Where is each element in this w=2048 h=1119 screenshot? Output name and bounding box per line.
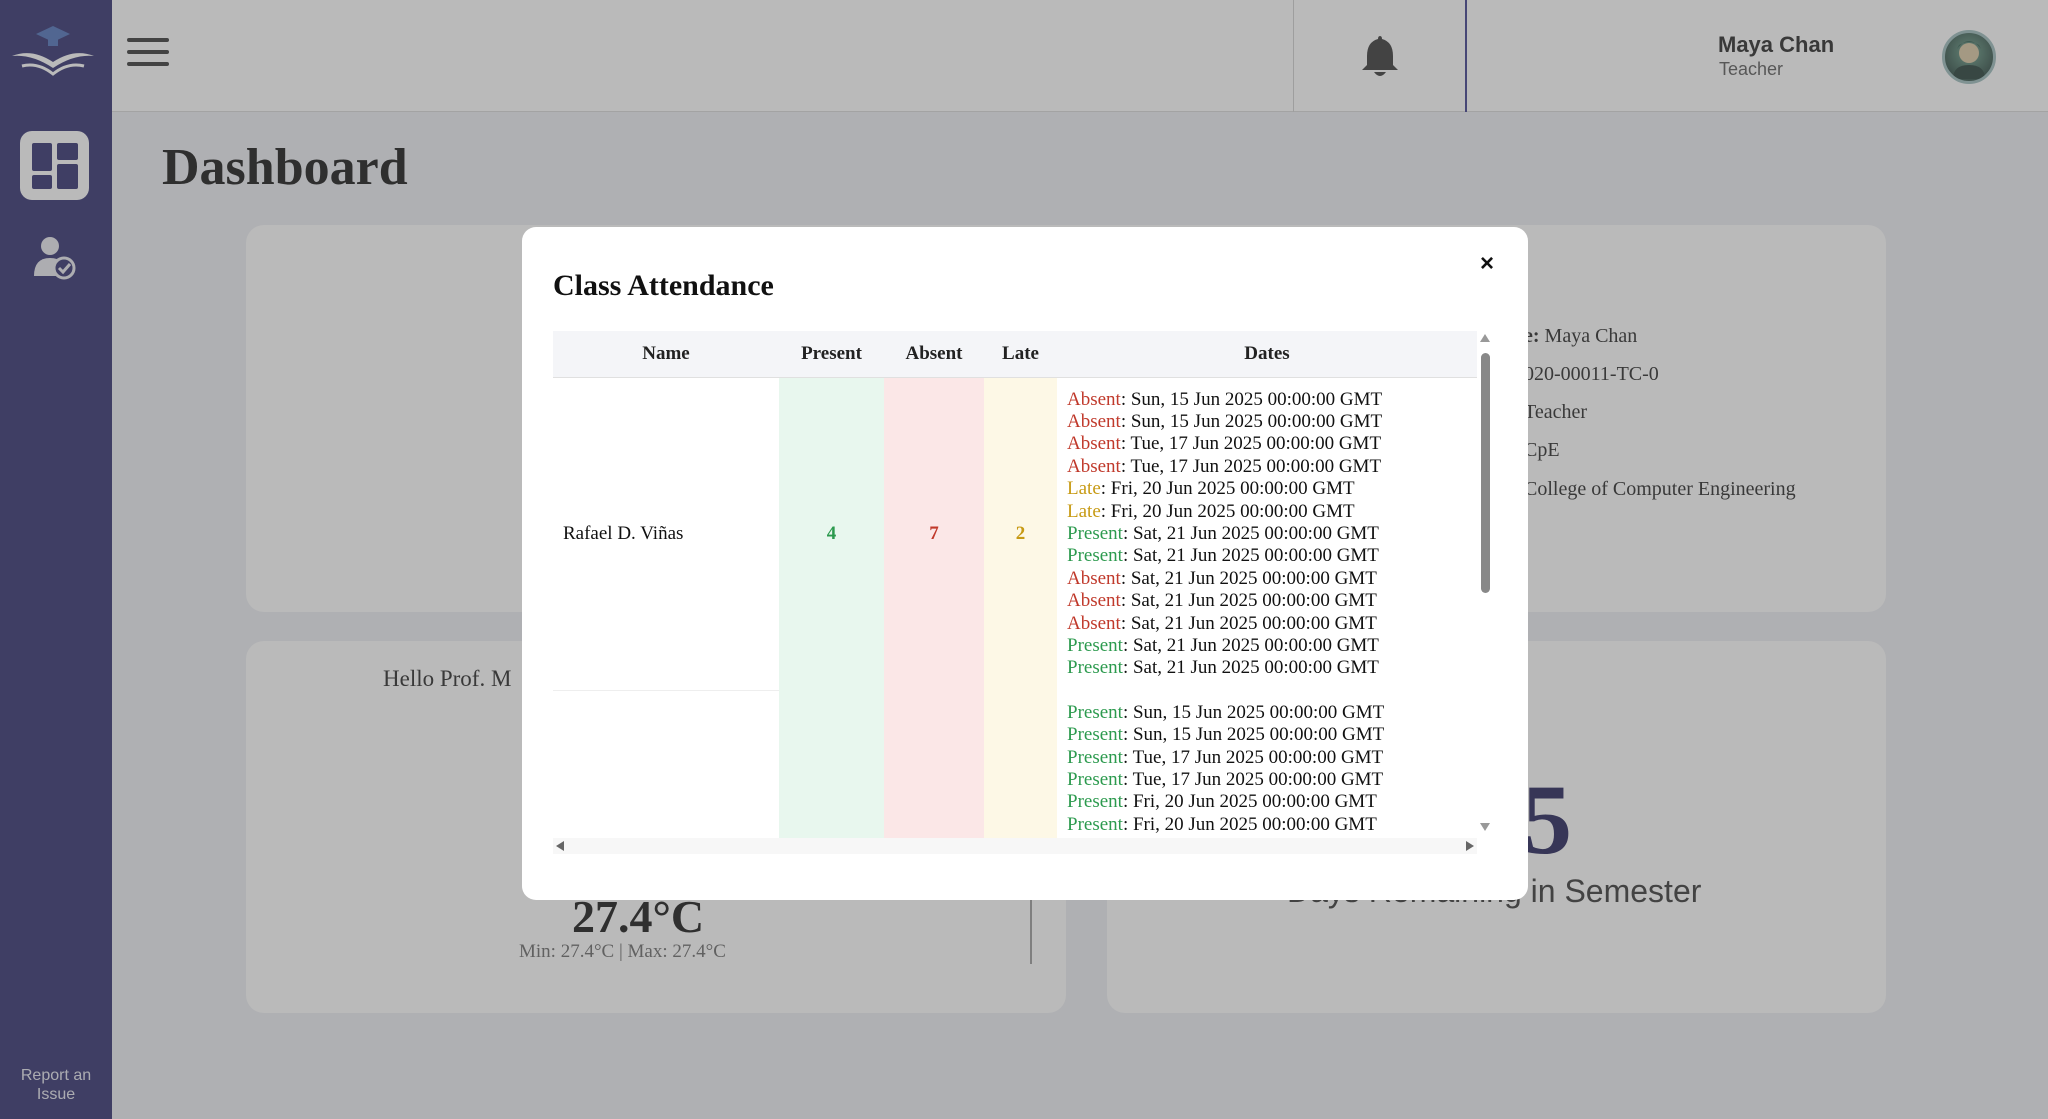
- close-icon[interactable]: ×: [1480, 250, 1494, 278]
- scrollbar-thumb[interactable]: [1481, 353, 1490, 593]
- attendance-status: Present: [1067, 545, 1123, 567]
- student-name: [553, 690, 779, 838]
- attendance-status: Absent: [1067, 433, 1121, 455]
- attendance-date: : Sat, 21 Jun 2025 00:00:00 GMT: [1120, 612, 1377, 634]
- date-entry: Present: Fri, 20 Jun 2025 00:00:00 GMT: [1067, 814, 1477, 836]
- date-entry: Present: Sat, 21 Jun 2025 00:00:00 GMT: [1067, 635, 1477, 657]
- attendance-status: Absent: [1067, 567, 1121, 589]
- attendance-date: : Fri, 20 Jun 2025 00:00:00 GMT: [1122, 791, 1377, 813]
- attendance-date: : Fri, 20 Jun 2025 00:00:00 GMT: [1100, 478, 1355, 500]
- attendance-date: : Fri, 20 Jun 2025 00:00:00 GMT: [1122, 813, 1377, 835]
- attendance-date: : Tue, 17 Jun 2025 00:00:00 GMT: [1120, 433, 1382, 455]
- date-entry: Absent: Sun, 15 Jun 2025 00:00:00 GMT: [1067, 411, 1477, 433]
- attendance-date: : Tue, 17 Jun 2025 00:00:00 GMT: [1122, 769, 1384, 790]
- table-row: Rafael D. Viñas 4 7 2 Absent: Sun, 15 Jun 20…: [553, 377, 1477, 692]
- present-count: [779, 690, 884, 838]
- date-entry: Present: Tue, 17 Jun 2025 00:00:00 GMT: [1067, 747, 1477, 769]
- table-header-row: Name Present Absent Late Dates: [553, 331, 1477, 378]
- date-entry: Late: Fri, 20 Jun 2025 00:00:00 GMT: [1067, 478, 1477, 500]
- date-entry: Present: Tue, 17 Jun 2025 00:00:00 GMT: [1067, 769, 1477, 791]
- column-header-absent[interactable]: Absent: [884, 331, 984, 378]
- class-attendance-modal: × Class Attendance Name Present Absent L…: [522, 227, 1528, 900]
- date-entry: Present: Sat, 21 Jun 2025 00:00:00 GMT: [1067, 545, 1477, 567]
- late-count: [984, 690, 1057, 838]
- date-entry: Late: Fri, 20 Jun 2025 00:00:00 GMT: [1067, 501, 1477, 523]
- attendance-date: : Sat, 21 Jun 2025 00:00:00 GMT: [1120, 590, 1377, 612]
- attendance-date: : Sat, 21 Jun 2025 00:00:00 GMT: [1122, 634, 1379, 656]
- date-entry: Absent: Sat, 21 Jun 2025 00:00:00 GMT: [1067, 590, 1477, 612]
- attendance-status: Late: [1067, 478, 1101, 500]
- date-entry: Absent: Sun, 15 Jun 2025 00:00:00 GMT: [1067, 389, 1477, 411]
- attendance-status: Absent: [1067, 455, 1121, 477]
- attendance-date: : Tue, 17 Jun 2025 00:00:00 GMT: [1122, 746, 1384, 768]
- attendance-status: Absent: [1067, 388, 1121, 410]
- attendance-status: Absent: [1067, 410, 1121, 432]
- attendance-date: : Tue, 17 Jun 2025 00:00:00 GMT: [1120, 455, 1382, 477]
- vertical-scrollbar[interactable]: [1477, 331, 1493, 837]
- horizontal-scrollbar[interactable]: [553, 838, 1477, 854]
- attendance-status: Present: [1067, 701, 1123, 723]
- table-row: Present: Sun, 15 Jun 2025 00:00:00 GMT Pr…: [553, 690, 1477, 838]
- attendance-table: Name Present Absent Late Dates Rafael D.…: [553, 331, 1477, 838]
- attendance-status: Present: [1067, 522, 1123, 544]
- absent-count: [884, 690, 984, 838]
- scroll-right-icon[interactable]: [1466, 841, 1474, 851]
- attendance-date: : Sat, 21 Jun 2025 00:00:00 GMT: [1122, 545, 1379, 567]
- attendance-status: Present: [1067, 657, 1123, 679]
- attendance-date: : Sat, 21 Jun 2025 00:00:00 GMT: [1122, 522, 1379, 544]
- attendance-status: Present: [1067, 769, 1123, 790]
- attendance-status: Present: [1067, 746, 1123, 768]
- scroll-left-icon[interactable]: [556, 841, 564, 851]
- attendance-date: : Sat, 21 Jun 2025 00:00:00 GMT: [1120, 567, 1377, 589]
- column-header-name[interactable]: Name: [553, 331, 779, 378]
- modal-title: Class Attendance: [553, 269, 774, 302]
- scroll-up-icon[interactable]: [1480, 334, 1490, 342]
- attendance-status: Present: [1067, 724, 1123, 746]
- column-header-dates[interactable]: Dates: [1057, 331, 1477, 378]
- date-entry: Absent: Tue, 17 Jun 2025 00:00:00 GMT: [1067, 456, 1477, 478]
- attendance-date: : Sun, 15 Jun 2025 00:00:00 GMT: [1120, 388, 1383, 410]
- attendance-date: : Sat, 21 Jun 2025 00:00:00 GMT: [1122, 657, 1379, 679]
- date-entry: Absent: Tue, 17 Jun 2025 00:00:00 GMT: [1067, 433, 1477, 455]
- attendance-status: Absent: [1067, 590, 1121, 612]
- attendance-status: Late: [1067, 500, 1101, 522]
- scroll-down-icon[interactable]: [1480, 823, 1490, 831]
- attendance-dates: Absent: Sun, 15 Jun 2025 00:00:00 GMT Abs…: [1057, 377, 1477, 691]
- student-name: Rafael D. Viñas: [553, 377, 779, 692]
- date-entry: Present: Fri, 20 Jun 2025 00:00:00 GMT: [1067, 791, 1477, 813]
- date-entry: Present: Sat, 21 Jun 2025 00:00:00 GMT: [1067, 657, 1477, 679]
- absent-count: 7: [884, 377, 984, 691]
- attendance-status: Present: [1067, 813, 1123, 835]
- attendance-date: : Sun, 15 Jun 2025 00:00:00 GMT: [1122, 701, 1385, 723]
- column-header-present[interactable]: Present: [779, 331, 884, 378]
- attendance-date: : Sun, 15 Jun 2025 00:00:00 GMT: [1122, 724, 1385, 746]
- attendance-table-viewport[interactable]: Name Present Absent Late Dates Rafael D.…: [553, 331, 1477, 838]
- attendance-date: : Fri, 20 Jun 2025 00:00:00 GMT: [1100, 500, 1355, 522]
- attendance-status: Absent: [1067, 612, 1121, 634]
- late-count: 2: [984, 377, 1057, 691]
- present-count: 4: [779, 377, 884, 691]
- date-entry: Present: Sun, 15 Jun 2025 00:00:00 GMT: [1067, 724, 1477, 746]
- attendance-status: Present: [1067, 791, 1123, 813]
- attendance-date: : Sun, 15 Jun 2025 00:00:00 GMT: [1120, 410, 1383, 432]
- date-entry: Present: Sat, 21 Jun 2025 00:00:00 GMT: [1067, 523, 1477, 545]
- attendance-status: Present: [1067, 634, 1123, 656]
- date-entry: Absent: Sat, 21 Jun 2025 00:00:00 GMT: [1067, 613, 1477, 635]
- date-entry: Absent: Sat, 21 Jun 2025 00:00:00 GMT: [1067, 568, 1477, 590]
- attendance-dates: Present: Sun, 15 Jun 2025 00:00:00 GMT Pr…: [1057, 691, 1477, 838]
- date-entry: Present: Sun, 15 Jun 2025 00:00:00 GMT: [1067, 702, 1477, 724]
- column-header-late[interactable]: Late: [984, 331, 1057, 378]
